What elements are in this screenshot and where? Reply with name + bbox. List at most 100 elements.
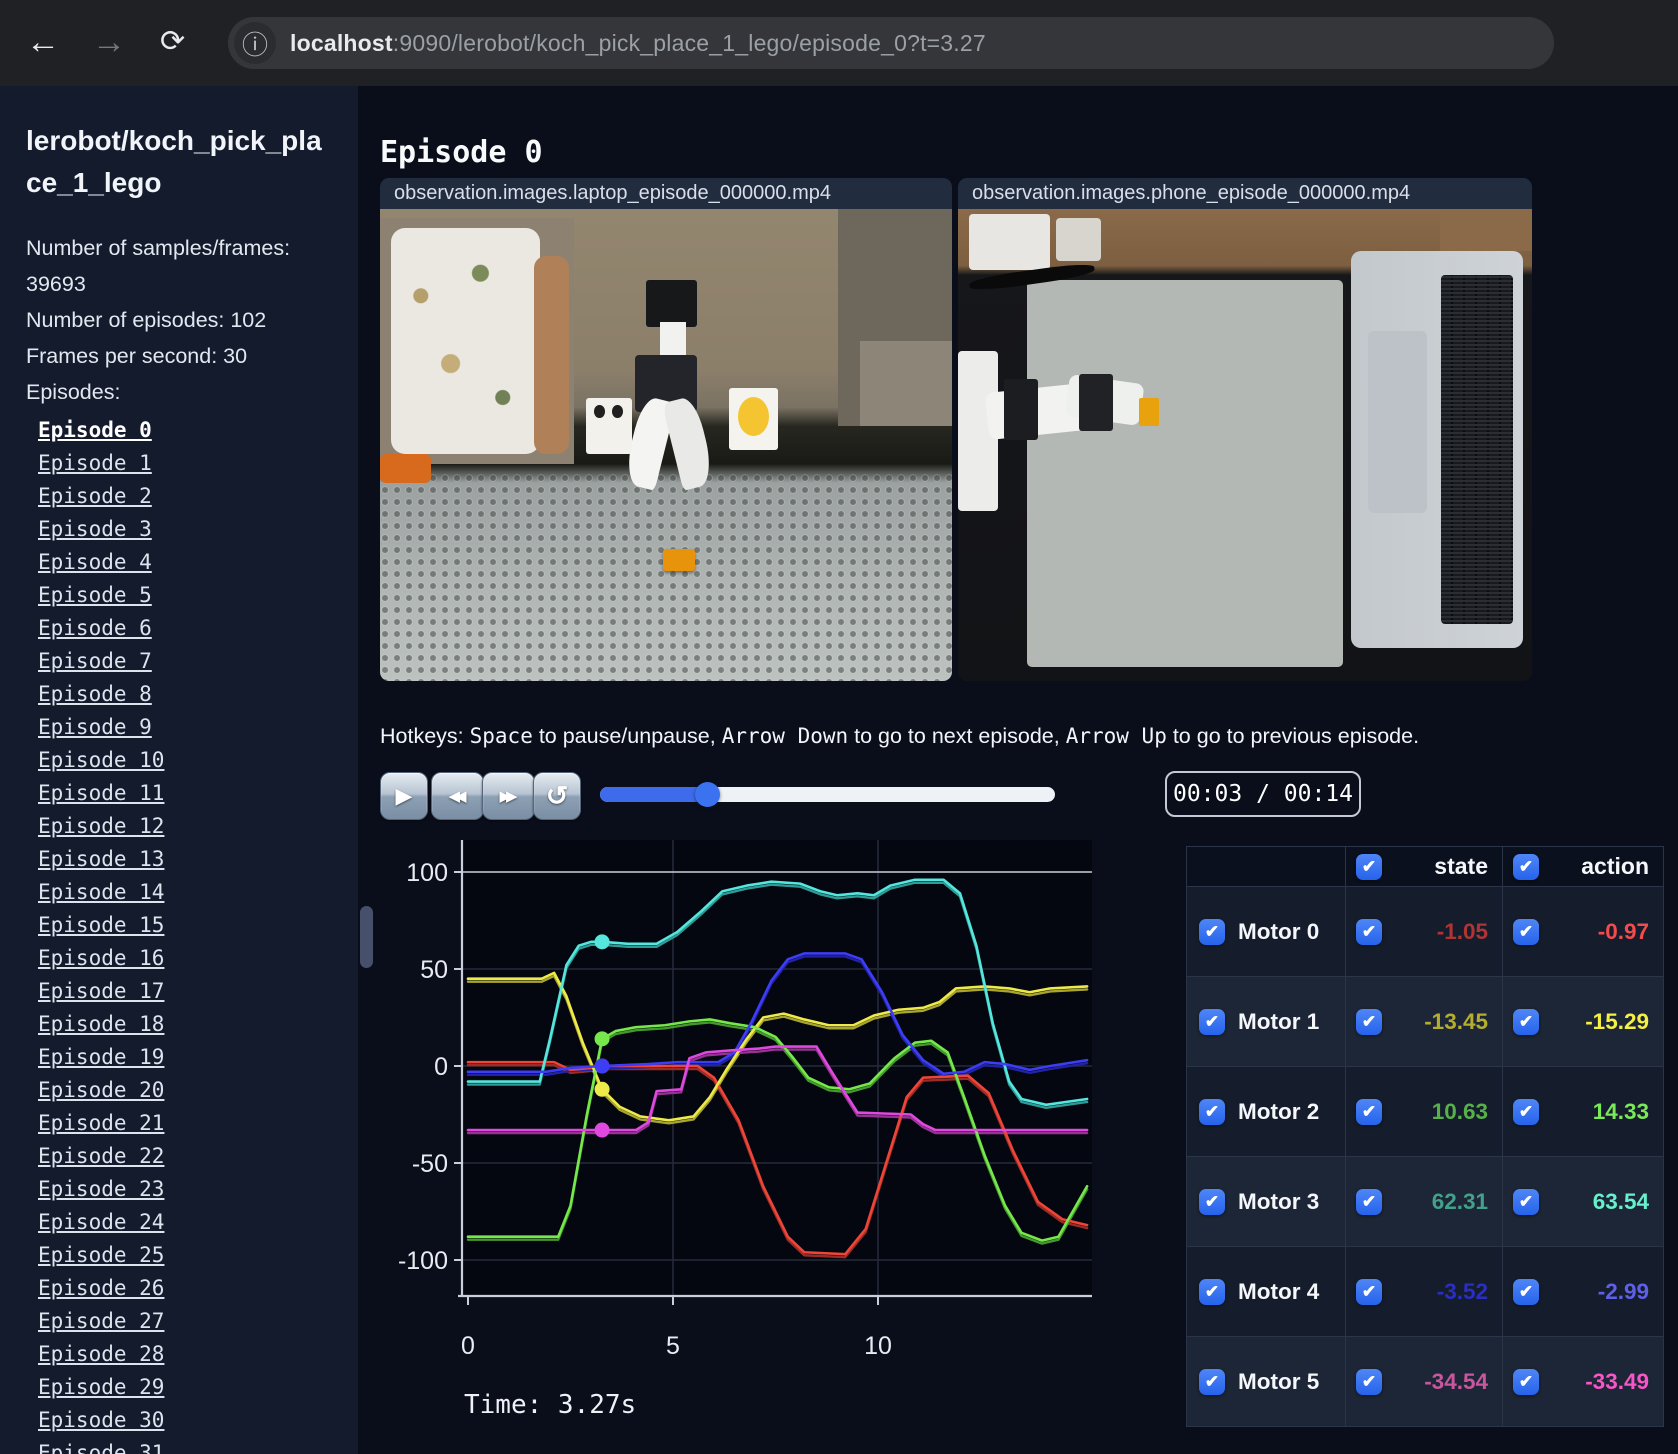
seek-slider-thumb[interactable]	[694, 782, 720, 807]
episode-link-6[interactable]: Episode 6	[38, 616, 152, 640]
motor-2-action-checkbox[interactable]: ✔	[1513, 1098, 1539, 1125]
episode-link-5[interactable]: Episode 5	[38, 583, 152, 607]
forward-icon[interactable]: →	[92, 18, 126, 66]
episode-list-item: Episode 16	[38, 942, 358, 975]
episode-link-20[interactable]: Episode 20	[38, 1078, 164, 1102]
seek-slider[interactable]	[600, 782, 1055, 807]
laptop	[1351, 251, 1524, 648]
episode-link-7[interactable]: Episode 7	[38, 649, 152, 673]
episode-link-30[interactable]: Episode 30	[38, 1408, 164, 1432]
episode-link-27[interactable]: Episode 27	[38, 1309, 164, 1333]
loop-button[interactable]: ↺	[533, 772, 581, 820]
motor-3-action-checkbox[interactable]: ✔	[1513, 1188, 1539, 1215]
episode-link-24[interactable]: Episode 24	[38, 1210, 164, 1234]
episode-link-4[interactable]: Episode 4	[38, 550, 152, 574]
laptop-keyboard	[1440, 275, 1514, 625]
motor-1-checkbox[interactable]: ✔	[1199, 1008, 1225, 1035]
episode-link-29[interactable]: Episode 29	[38, 1375, 164, 1399]
motor-1-state-checkbox[interactable]: ✔	[1356, 1008, 1382, 1035]
episode-link-9[interactable]: Episode 9	[38, 715, 152, 739]
play-button[interactable]: ▶	[380, 772, 428, 820]
episode-link-23[interactable]: Episode 23	[38, 1177, 164, 1201]
fast-forward-button[interactable]: ▶▶	[482, 772, 535, 820]
episode-link-21[interactable]: Episode 21	[38, 1111, 164, 1135]
episode-link-15[interactable]: Episode 15	[38, 913, 164, 937]
motor-1-state-value: -13.45	[1424, 1008, 1488, 1034]
action-header-label: action	[1581, 853, 1649, 879]
time-display: 00:03 / 00:14	[1165, 771, 1361, 817]
state-header-checkbox[interactable]: ✔	[1356, 853, 1382, 880]
motor-5-action-checkbox[interactable]: ✔	[1513, 1368, 1539, 1395]
episode-list-item: Episode 23	[38, 1173, 358, 1206]
motor-1-action-checkbox[interactable]: ✔	[1513, 1008, 1539, 1035]
motor-2-checkbox[interactable]: ✔	[1199, 1098, 1225, 1125]
motor-5-state-cell: ✔ -34.54	[1346, 1337, 1503, 1427]
motor-3-checkbox[interactable]: ✔	[1199, 1188, 1225, 1215]
motor-1-label: Motor 1	[1238, 1008, 1320, 1034]
episode-link-16[interactable]: Episode 16	[38, 946, 164, 970]
url-text[interactable]: localhost:9090/lerobot/koch_pick_place_1…	[290, 30, 986, 57]
episode-link-2[interactable]: Episode 2	[38, 484, 152, 508]
motor-5-state-checkbox[interactable]: ✔	[1356, 1368, 1382, 1395]
chart-time-label: Time: 3.27s	[464, 1390, 637, 1420]
motor-0-action-checkbox[interactable]: ✔	[1513, 918, 1539, 945]
episode-link-13[interactable]: Episode 13	[38, 847, 164, 871]
episode-list-item: Episode 12	[38, 810, 358, 843]
episode-list-item: Episode 6	[38, 612, 358, 645]
laptop-trackpad	[1368, 330, 1427, 514]
episode-list-item: Episode 26	[38, 1272, 358, 1305]
episode-link-19[interactable]: Episode 19	[38, 1045, 164, 1069]
svg-text:0: 0	[434, 1053, 448, 1081]
episode-link-28[interactable]: Episode 28	[38, 1342, 164, 1366]
motor-5-checkbox[interactable]: ✔	[1199, 1368, 1225, 1395]
motor-2-state-checkbox[interactable]: ✔	[1356, 1098, 1382, 1125]
rewind-button[interactable]: ◀◀	[431, 772, 484, 820]
motor-chart[interactable]: 100 50 0 -50 -100 0 5 10	[380, 828, 1100, 1390]
motor-4-checkbox[interactable]: ✔	[1199, 1278, 1225, 1305]
episode-link-17[interactable]: Episode 17	[38, 979, 164, 1003]
motor-4-state-cell: ✔ -3.52	[1346, 1247, 1503, 1337]
url-host: localhost	[290, 29, 393, 56]
smiley-card	[728, 388, 778, 450]
episode-link-12[interactable]: Episode 12	[38, 814, 164, 838]
motor-0-state-checkbox[interactable]: ✔	[1356, 918, 1382, 945]
episode-link-1[interactable]: Episode 1	[38, 451, 152, 475]
episode-link-22[interactable]: Episode 22	[38, 1144, 164, 1168]
episode-list-item: Episode 7	[38, 645, 358, 678]
motor-3-state-checkbox[interactable]: ✔	[1356, 1188, 1382, 1215]
action-header-checkbox[interactable]: ✔	[1513, 853, 1539, 880]
episode-link-8[interactable]: Episode 8	[38, 682, 152, 706]
episode-link-14[interactable]: Episode 14	[38, 880, 164, 904]
action-header: ✔ action	[1503, 847, 1664, 887]
scrollbar-thumb[interactable]	[360, 906, 373, 968]
motor-2-action-value: 14.33	[1592, 1098, 1649, 1124]
motor-4-state-checkbox[interactable]: ✔	[1356, 1278, 1382, 1305]
episode-link-3[interactable]: Episode 3	[38, 517, 152, 541]
reload-icon[interactable]: ⟳	[160, 18, 185, 66]
episode-list-item: Episode 14	[38, 876, 358, 909]
episode-list-item: Episode 1	[38, 447, 358, 480]
motor-1-action-cell: ✔ -15.29	[1503, 977, 1664, 1067]
video-laptop[interactable]	[380, 209, 952, 681]
episode-link-26[interactable]: Episode 26	[38, 1276, 164, 1300]
video-title-phone: observation.images.phone_episode_000000.…	[958, 178, 1532, 209]
video-phone[interactable]	[958, 209, 1532, 681]
episode-link-18[interactable]: Episode 18	[38, 1012, 164, 1036]
episode-link-0[interactable]: Episode 0	[38, 418, 152, 442]
motor-4-action-checkbox[interactable]: ✔	[1513, 1278, 1539, 1305]
back-icon[interactable]: ←	[26, 18, 60, 66]
address-bar[interactable]: ⓘ localhost:9090/lerobot/koch_pick_place…	[228, 17, 1554, 69]
wood-floor-corner	[1440, 209, 1532, 252]
episode-link-11[interactable]: Episode 11	[38, 781, 164, 805]
motor-0-checkbox[interactable]: ✔	[1199, 918, 1225, 945]
hotkey-arrow-up: Arrow Up	[1065, 723, 1167, 748]
motor-row-name: ✔ Motor 3	[1187, 1157, 1346, 1247]
white-box	[969, 213, 1050, 271]
episode-list-item: Episode 0	[38, 414, 358, 447]
episode-link-10[interactable]: Episode 10	[38, 748, 164, 772]
episode-link-25[interactable]: Episode 25	[38, 1243, 164, 1267]
site-info-icon[interactable]: ⓘ	[234, 22, 276, 64]
motor-row-name: ✔ Motor 5	[1187, 1337, 1346, 1427]
robot-joint-2	[1078, 374, 1113, 431]
episode-link-31[interactable]: Episode 31	[38, 1441, 164, 1454]
